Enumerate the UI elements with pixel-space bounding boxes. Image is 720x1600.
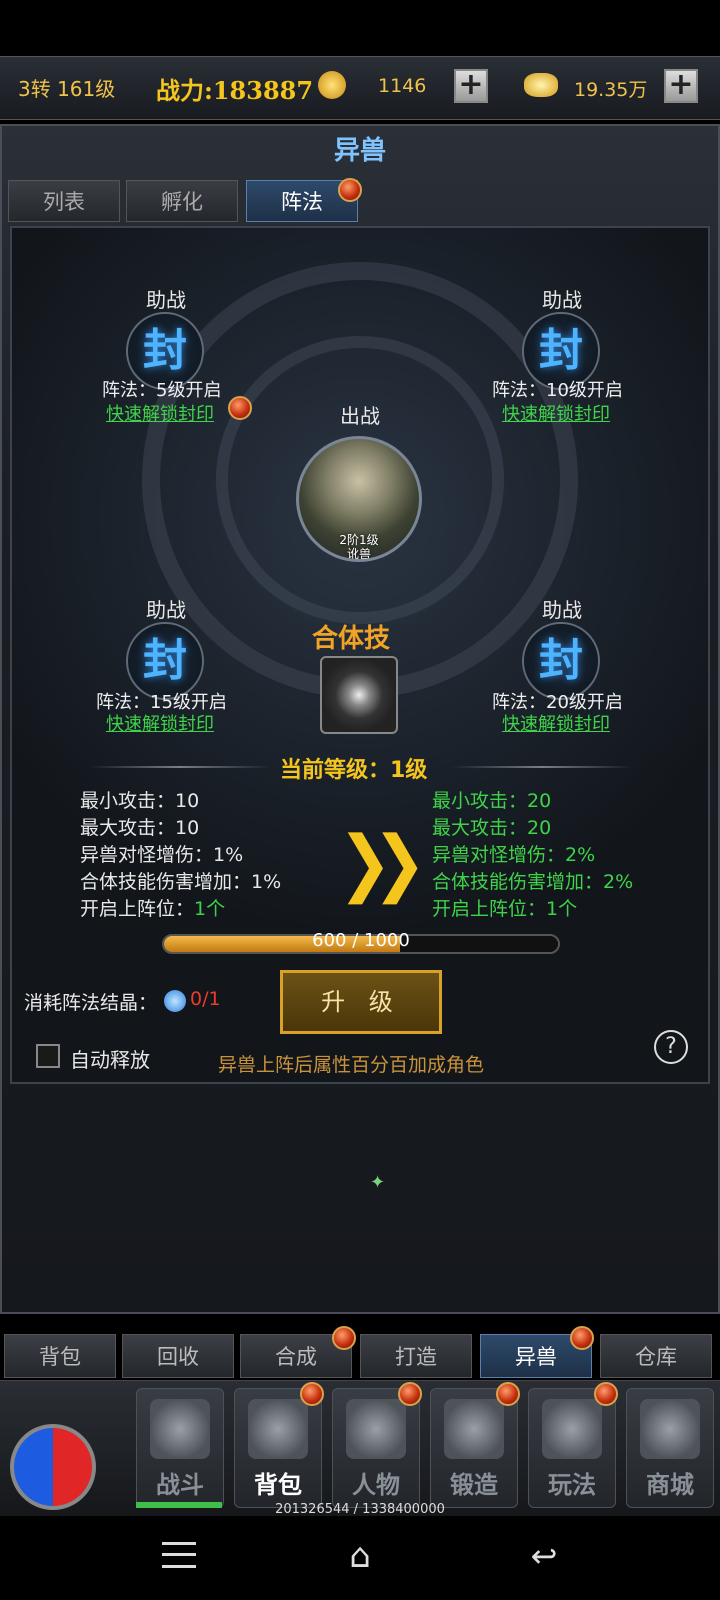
nav-battle[interactable]: 战斗 — [136, 1388, 224, 1508]
nav-gameplay[interactable]: 玩法 — [528, 1388, 616, 1508]
nav-character[interactable]: 人物 — [332, 1388, 420, 1508]
sparkle-icon: ✦ — [370, 1172, 386, 1193]
divider-left — [90, 766, 270, 768]
anvil-icon — [444, 1399, 504, 1459]
notification-dot — [332, 1326, 356, 1350]
notification-dot — [300, 1382, 324, 1406]
shop-icon — [640, 1399, 700, 1459]
stat-next-slots: 开启上阵位：1个 — [432, 898, 578, 920]
menu-icon[interactable] — [162, 1542, 196, 1568]
currency2-value: 19.35万 — [574, 79, 648, 101]
gold-coin-icon — [318, 71, 346, 99]
slot2-info: 阵法：10级开启 — [492, 380, 623, 401]
battle-label: 出战 — [340, 404, 380, 428]
slot3-label: 助战 — [146, 598, 186, 622]
stat-current-min-attack: 最小攻击：10 — [80, 790, 200, 812]
cost-label: 消耗阵法结晶： — [24, 992, 158, 1014]
exp-text: 201326544 / 1338400000 — [275, 1502, 445, 1517]
stat-current-max-attack: 最大攻击：10 — [80, 817, 200, 839]
help-button[interactable]: ? — [654, 1030, 688, 1064]
stat-next-min-attack: 最小攻击：20 — [432, 790, 552, 812]
combat-power: 战力:183887 — [156, 76, 314, 105]
stat-current-slots: 开启上阵位：1个 — [80, 898, 226, 920]
notification-dot — [398, 1382, 422, 1406]
slot4-label: 助战 — [542, 598, 582, 622]
slot1-info: 阵法：5级开启 — [102, 380, 222, 401]
upgrade-button[interactable]: 升 级 — [280, 970, 442, 1034]
top-status-bar: 3转 161级 战力:183887 1146 + 19.35万 + — [0, 56, 720, 120]
notification-dot — [570, 1326, 594, 1350]
nav-shop[interactable]: 商城 — [626, 1388, 714, 1508]
notification-dot — [228, 396, 252, 420]
crossed-swords-icon — [150, 1399, 210, 1459]
tab-list[interactable]: 列表 — [8, 180, 120, 222]
notification-dot — [496, 1382, 520, 1406]
crystal-icon — [164, 990, 186, 1012]
helmet-icon — [346, 1399, 406, 1459]
auto-release-label: 自动释放 — [70, 1048, 150, 1072]
combo-skill-icon[interactable] — [320, 656, 398, 734]
notification-dot — [594, 1382, 618, 1406]
player-level: 3转 161级 — [18, 77, 116, 101]
backpack-icon — [248, 1399, 308, 1459]
auto-release-checkbox[interactable] — [36, 1044, 60, 1068]
slot2-unlock-link[interactable]: 快速解锁封印 — [502, 400, 610, 426]
stat-next-combo-damage: 合体技能伤害增加：2% — [432, 871, 634, 893]
btab-bag[interactable]: 背包 — [4, 1334, 116, 1378]
slot4-unlock-link[interactable]: 快速解锁封印 — [502, 710, 610, 736]
arrow-right-icon: ❯❯ — [337, 820, 427, 904]
slot1-unlock-link[interactable]: 快速解锁封印 — [106, 400, 214, 426]
slot3-unlock-link[interactable]: 快速解锁封印 — [106, 710, 214, 736]
current-level: 当前等级：1级 — [280, 758, 428, 783]
slot2-label: 助战 — [542, 288, 582, 312]
system-nav-bar: ⌂ ↩ — [0, 1518, 720, 1600]
add-currency1-button[interactable]: + — [454, 69, 488, 103]
stat-current-combo-damage: 合体技能伤害增加：1% — [80, 871, 282, 893]
stat-next-monster-damage: 异兽对怪增伤：2% — [432, 844, 596, 866]
nav-bag[interactable]: 背包 — [234, 1388, 322, 1508]
hp-mp-orb — [10, 1424, 96, 1510]
stat-next-max-attack: 最大攻击：20 — [432, 817, 552, 839]
back-icon[interactable]: ↩ — [524, 1538, 564, 1574]
divider-right — [452, 766, 632, 768]
main-beast-portrait[interactable]: 2阶1级 讹兽 — [296, 436, 422, 562]
btab-recycle[interactable]: 回收 — [122, 1334, 234, 1378]
slot1-label: 助战 — [146, 288, 186, 312]
nav-forge[interactable]: 锻造 — [430, 1388, 518, 1508]
add-currency2-button[interactable]: + — [664, 69, 698, 103]
btab-warehouse[interactable]: 仓库 — [600, 1334, 712, 1378]
ingot-icon — [524, 73, 558, 97]
combo-skill-title: 合体技 — [312, 624, 391, 654]
home-icon[interactable]: ⌂ — [340, 1538, 380, 1574]
winged-sword-icon — [542, 1399, 602, 1459]
panel-title: 异兽 — [333, 136, 386, 166]
hint-text: 异兽上阵后属性百分百加成角色 — [218, 1054, 485, 1076]
stat-current-monster-damage: 异兽对怪增伤：1% — [80, 844, 244, 866]
progress-text: 600 / 1000 — [312, 930, 410, 951]
cost-value: 0/1 — [190, 988, 221, 1010]
currency1-value: 1146 — [378, 75, 427, 97]
btab-forge[interactable]: 打造 — [360, 1334, 472, 1378]
notification-dot — [338, 178, 362, 202]
tab-hatch[interactable]: 孵化 — [126, 180, 238, 222]
